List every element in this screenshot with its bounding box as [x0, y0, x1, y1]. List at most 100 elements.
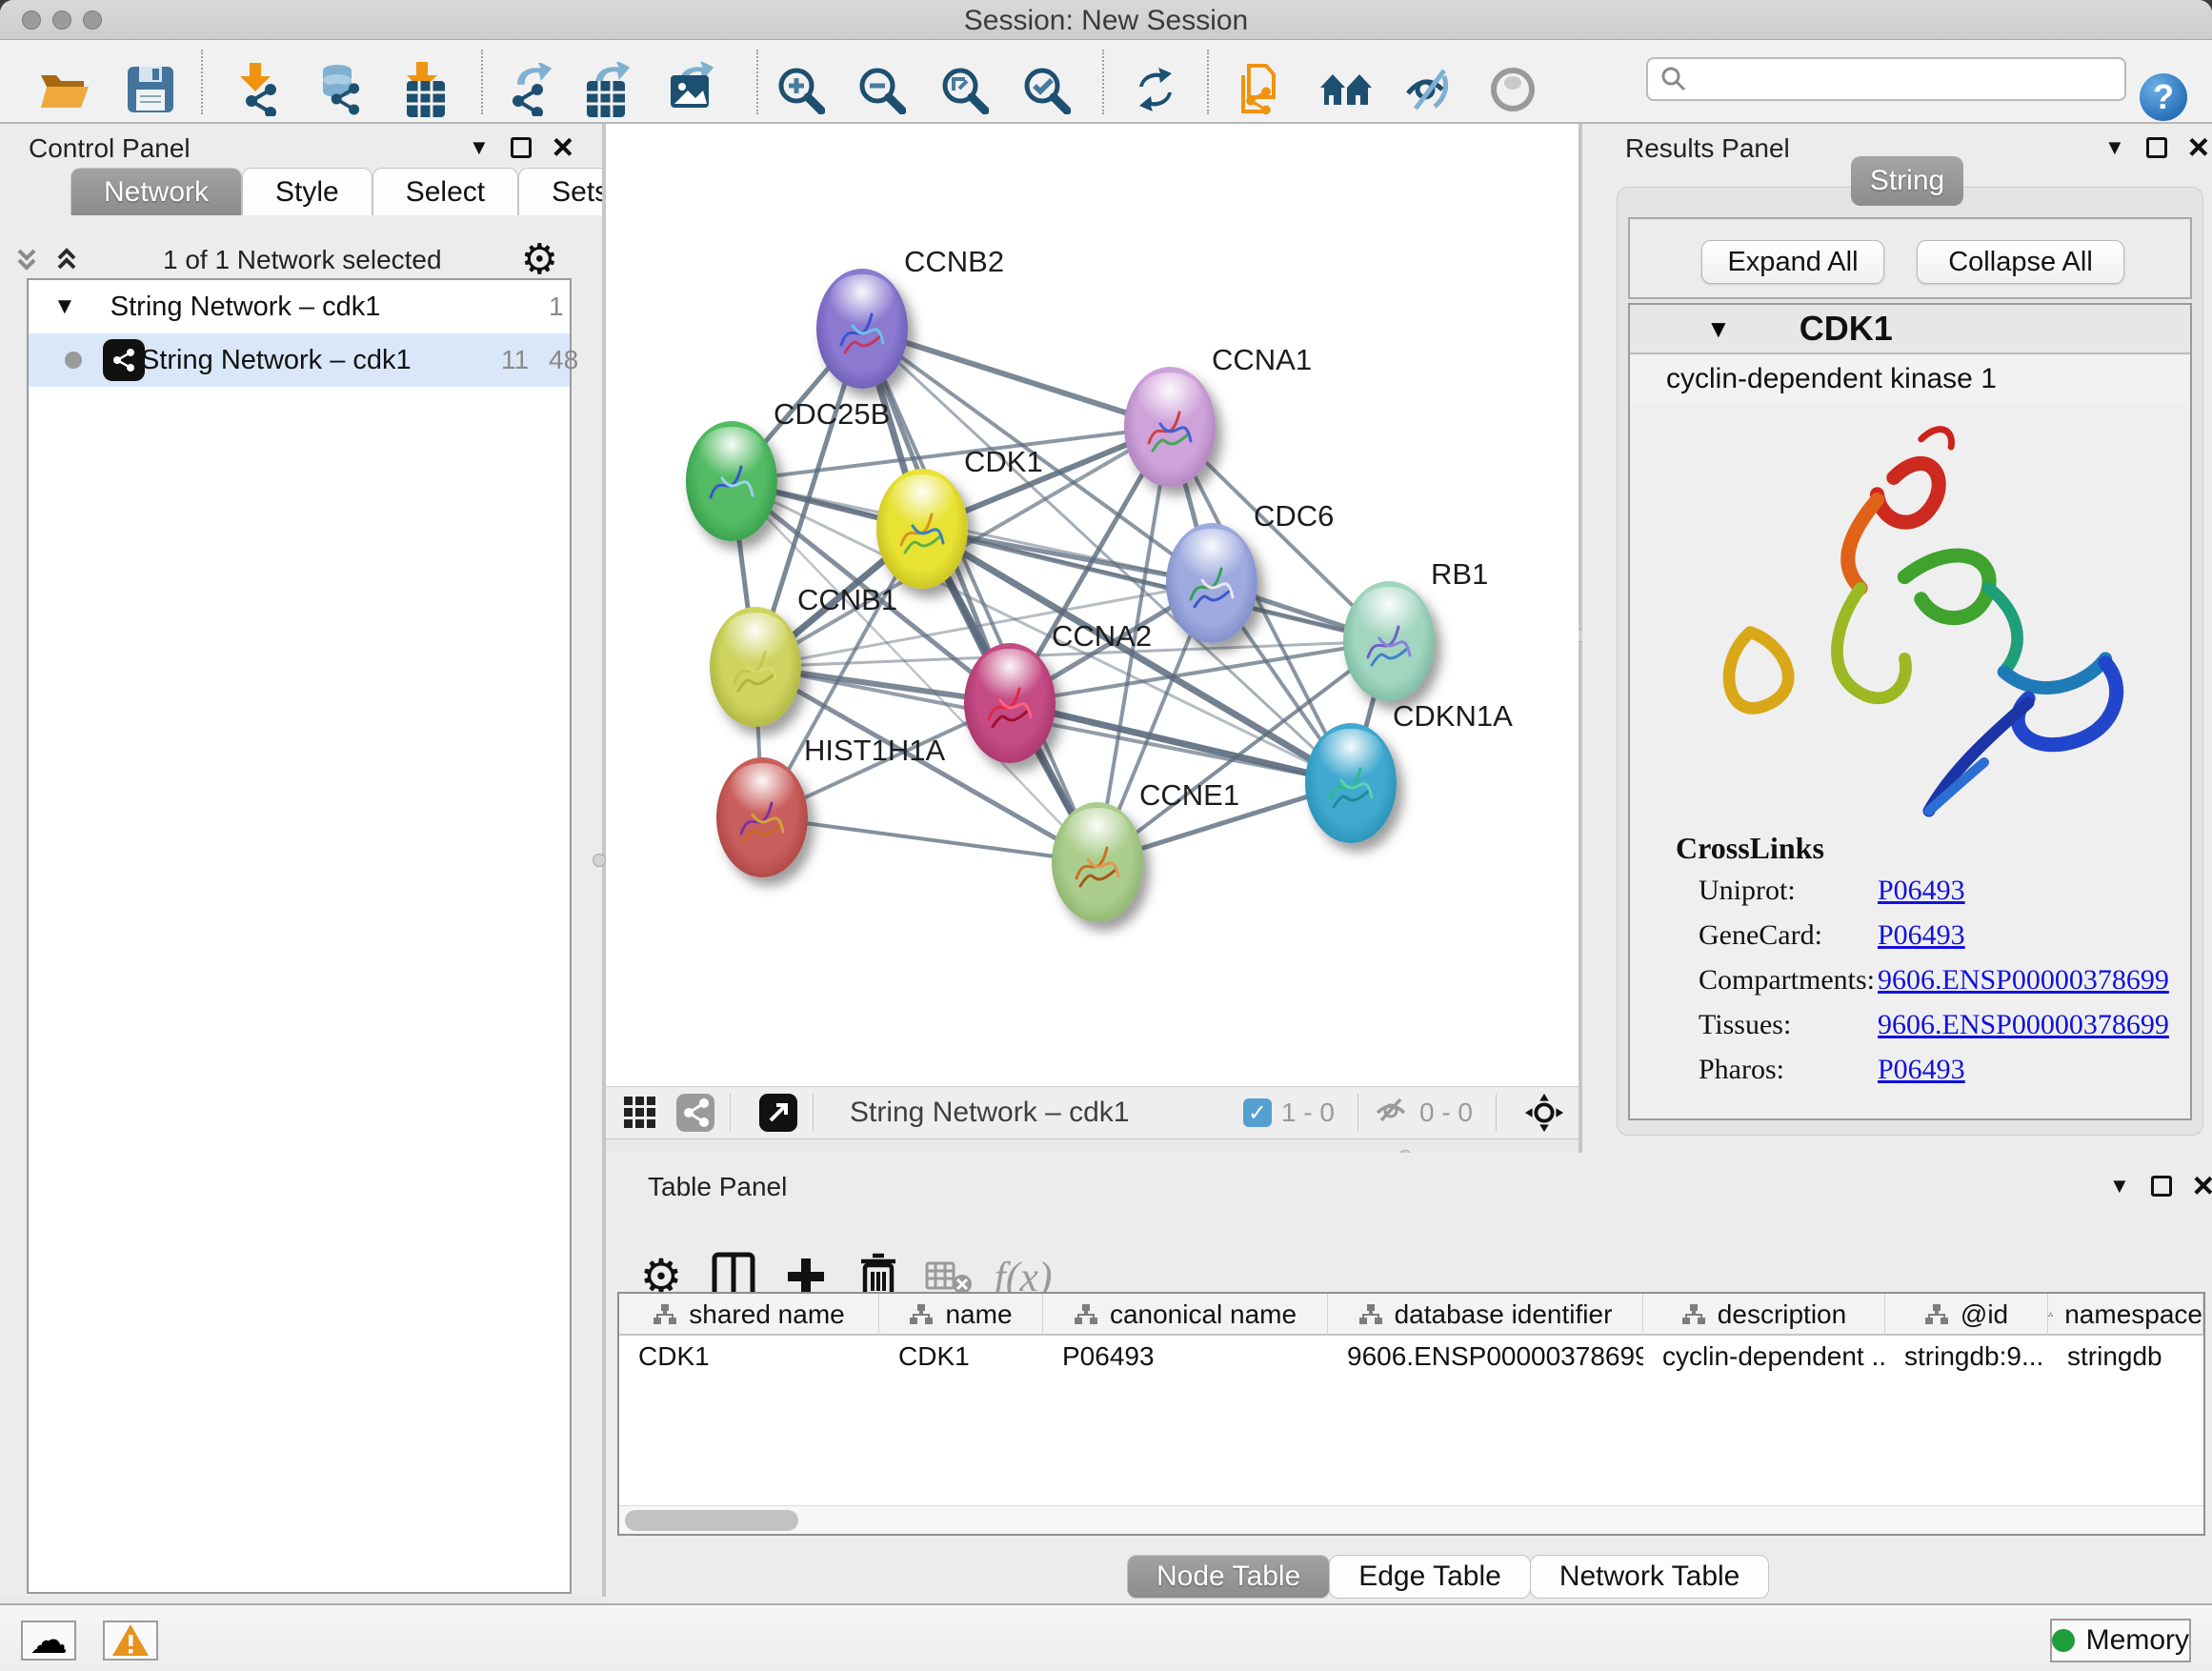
- maximize-panel-icon[interactable]: [2151, 1176, 2172, 1197]
- collection-expand-icon[interactable]: ▼: [53, 293, 76, 320]
- column-header-name[interactable]: name: [879, 1294, 1043, 1336]
- network-canvas[interactable]: CCNB2 CCNA1 CDC25B CDK1 CDC6: [606, 124, 1579, 1086]
- network-node-CCNB1[interactable]: [710, 607, 801, 727]
- toolbar-separator: [1357, 1094, 1358, 1132]
- tab-style[interactable]: Style: [242, 168, 372, 215]
- uniprot-link[interactable]: P06493: [1878, 875, 1965, 919]
- network-node-CDC25B[interactable]: [686, 421, 777, 541]
- collapse-all-button[interactable]: Collapse All: [1917, 240, 2124, 284]
- float-panel-icon[interactable]: ▼: [2109, 1174, 2130, 1198]
- node-label-CDC25B: CDC25B: [774, 397, 890, 432]
- main-toolbar: ?: [0, 40, 2212, 124]
- close-panel-icon[interactable]: ×: [2188, 137, 2209, 158]
- expand-all-icon[interactable]: [50, 243, 84, 277]
- memory-button[interactable]: Memory: [2050, 1619, 2191, 1662]
- zoom-selected-icon[interactable]: [1016, 59, 1076, 120]
- tab-select[interactable]: Select: [372, 168, 518, 215]
- import-network-database-icon[interactable]: [309, 59, 370, 120]
- search-input[interactable]: [1688, 64, 2098, 95]
- zoom-out-icon[interactable]: [851, 59, 912, 120]
- network-edge-count: 48: [549, 345, 578, 375]
- crosslink-row: Compartments:9606.ENSP00000378699: [1699, 964, 2175, 1009]
- tissues-link[interactable]: 9606.ENSP00000378699: [1878, 1009, 2169, 1054]
- show-hide-panel-icon[interactable]: [1398, 59, 1459, 120]
- export-table-icon[interactable]: [577, 59, 638, 120]
- table-cell[interactable]: P06493: [1043, 1336, 1328, 1378]
- detach-view-icon[interactable]: [757, 1092, 799, 1134]
- open-session-icon[interactable]: [34, 59, 95, 120]
- close-panel-icon[interactable]: ×: [553, 137, 573, 158]
- table-cell[interactable]: stringdb:9...: [1885, 1336, 2048, 1378]
- node-label-RB1: RB1: [1431, 557, 1488, 592]
- tab-edge-table[interactable]: Edge Table: [1329, 1555, 1531, 1599]
- float-panel-icon[interactable]: ▼: [2104, 135, 2125, 160]
- gene-header-row[interactable]: ▼ CDK1: [1630, 305, 2190, 354]
- network-node-CDC6[interactable]: [1166, 523, 1257, 643]
- network-row-selected[interactable]: String Network – cdk1 11 48: [29, 333, 570, 387]
- cloud-status-button[interactable]: ☁: [21, 1621, 76, 1661]
- birds-eye-toggle-icon[interactable]: [1523, 1092, 1565, 1134]
- hidden-counts: 0 - 0: [1419, 1097, 1473, 1128]
- table-cell[interactable]: CDK1: [879, 1336, 1043, 1378]
- help-button[interactable]: ?: [2140, 73, 2187, 121]
- float-panel-icon[interactable]: ▼: [469, 135, 490, 160]
- network-node-CCNE1[interactable]: [1052, 802, 1143, 922]
- zoom-fit-icon[interactable]: [934, 59, 995, 120]
- network-node-CDK1[interactable]: [876, 469, 968, 589]
- column-header-database-identifier[interactable]: database identifier: [1328, 1294, 1643, 1336]
- zoom-in-icon[interactable]: [770, 59, 831, 120]
- warnings-button[interactable]: [103, 1621, 158, 1661]
- gene-collapse-icon[interactable]: ▼: [1706, 314, 1731, 344]
- copy-style-icon[interactable]: [1230, 59, 1291, 120]
- refresh-icon[interactable]: [1125, 59, 1186, 120]
- network-options-gear-icon[interactable]: ⚙: [521, 239, 558, 281]
- network-node-CCNA2[interactable]: [964, 643, 1056, 763]
- protein-ribbon-thumbnail: [725, 634, 786, 706]
- network-view-icon[interactable]: [674, 1092, 716, 1134]
- close-panel-icon[interactable]: ×: [2193, 1176, 2212, 1197]
- collapse-all-icon[interactable]: [10, 243, 44, 277]
- column-header-shared-name[interactable]: shared name: [619, 1294, 879, 1336]
- network-node-CDKN1A[interactable]: [1305, 723, 1397, 843]
- gene-description: cyclin-dependent kinase 1: [1630, 356, 2190, 402]
- table-hscrollbar-thumb[interactable]: [625, 1510, 798, 1531]
- search-box[interactable]: [1646, 57, 2126, 101]
- table-cell[interactable]: 9606.ENSP00000378699: [1328, 1336, 1643, 1378]
- compartments-link[interactable]: 9606.ENSP00000378699: [1878, 964, 2169, 1009]
- network-node-CCNB2[interactable]: [816, 269, 908, 389]
- column-header-namespace[interactable]: namespace: [2048, 1294, 2203, 1336]
- title-bar: Session: New Session: [0, 0, 2212, 40]
- table-cell[interactable]: CDK1: [619, 1336, 879, 1378]
- network-node-CCNA1[interactable]: [1124, 367, 1216, 487]
- tab-network-table[interactable]: Network Table: [1530, 1555, 1770, 1599]
- column-header--id[interactable]: @id: [1885, 1294, 2048, 1336]
- toolbar-separator: [1207, 50, 1209, 114]
- network-collection-row[interactable]: ▼ String Network – cdk1 1: [29, 280, 570, 333]
- table-cell[interactable]: cyclin-dependent ...: [1643, 1336, 1885, 1378]
- import-table-icon[interactable]: [395, 59, 456, 120]
- network-current-indicator: [65, 352, 82, 369]
- maximize-panel-icon[interactable]: [511, 137, 532, 158]
- birds-eye-homes-icon[interactable]: [1316, 59, 1377, 120]
- export-image-icon[interactable]: [661, 59, 722, 120]
- genecard-link[interactable]: P06493: [1878, 919, 1965, 964]
- table-cell[interactable]: stringdb: [2048, 1336, 2203, 1378]
- maximize-panel-icon[interactable]: [2146, 137, 2167, 158]
- tab-network[interactable]: Network: [70, 168, 242, 215]
- network-node-count: 11: [501, 345, 529, 375]
- column-header-description[interactable]: description: [1643, 1294, 1885, 1336]
- results-tab-string[interactable]: String: [1851, 156, 1963, 206]
- column-header-canonical-name[interactable]: canonical name: [1043, 1294, 1328, 1336]
- expand-all-button[interactable]: Expand All: [1701, 240, 1884, 284]
- import-network-file-icon[interactable]: [229, 59, 290, 120]
- pharos-link[interactable]: P06493: [1878, 1054, 1965, 1098]
- save-session-icon[interactable]: [120, 59, 181, 120]
- tab-node-table[interactable]: Node Table: [1127, 1555, 1330, 1599]
- grid-view-icon[interactable]: [619, 1092, 661, 1134]
- network-node-HIST1H1A[interactable]: [716, 757, 808, 877]
- selected-checkbox-icon[interactable]: ✓: [1243, 1098, 1272, 1127]
- left-splitter-handle[interactable]: [593, 854, 606, 867]
- export-network-icon[interactable]: [499, 59, 560, 120]
- memory-label: Memory: [2086, 1624, 2189, 1657]
- network-node-RB1[interactable]: [1343, 581, 1435, 701]
